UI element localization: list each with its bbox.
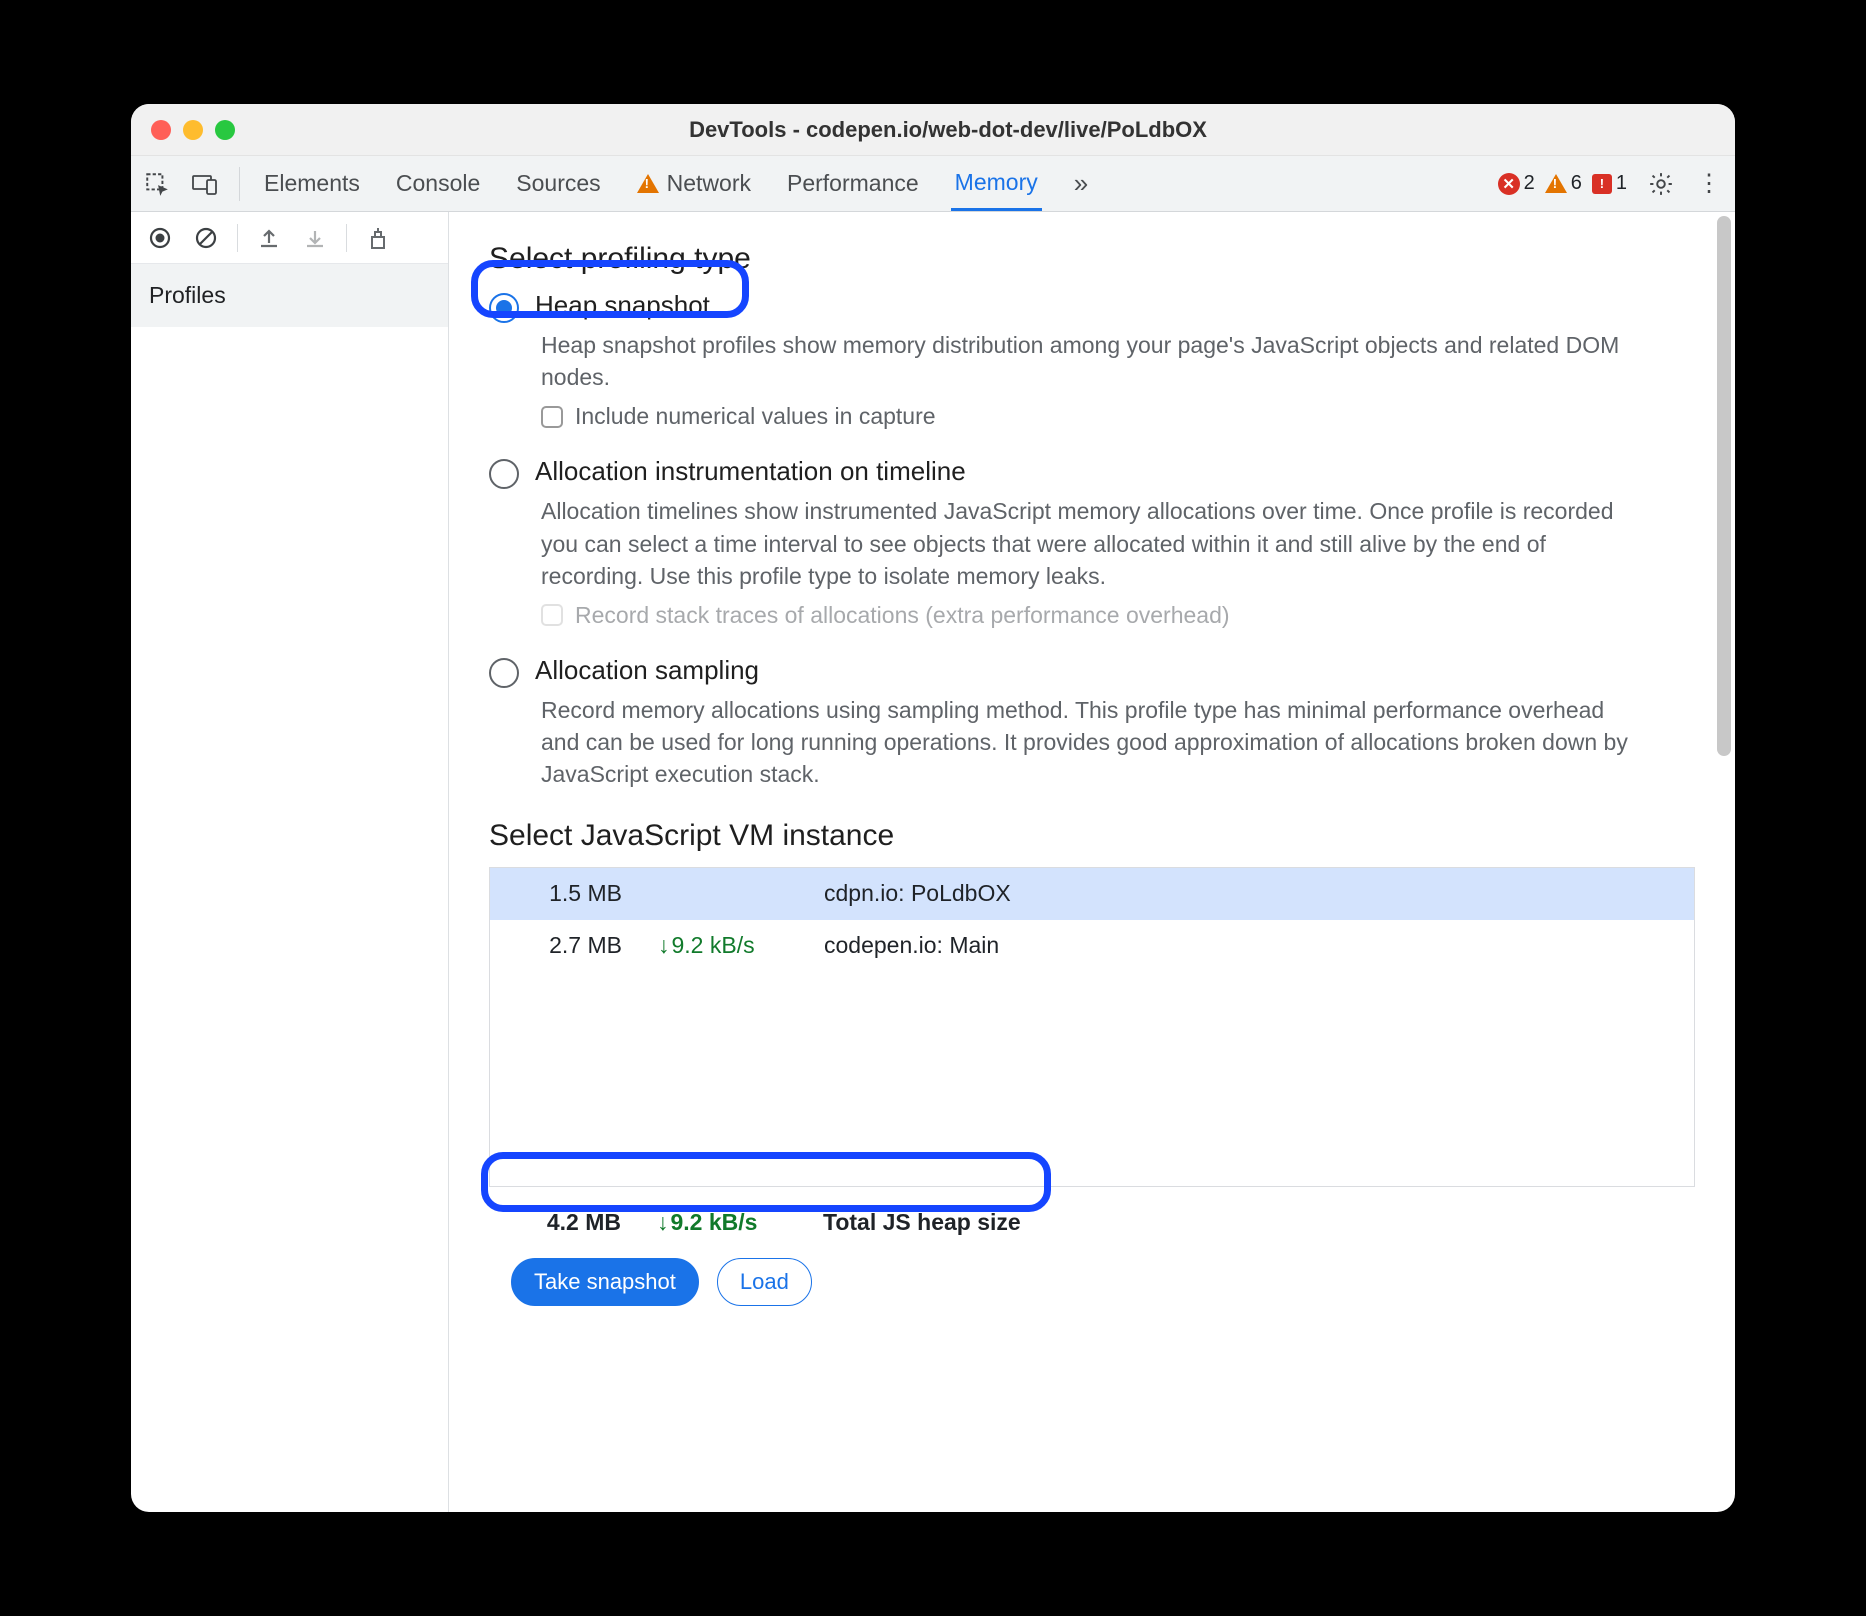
record-stack-checkbox: Record stack traces of allocations (extr… (541, 602, 1695, 629)
radio-allocation-timeline[interactable] (489, 459, 519, 489)
option-allocation-timeline[interactable]: Allocation instrumentation on timeline (489, 456, 1695, 489)
option-desc: Record memory allocations using sampling… (541, 694, 1641, 791)
totals-row: 4.2 MB ↓9.2 kB/s Total JS heap size (489, 1187, 1695, 1236)
take-snapshot-button[interactable]: Take snapshot (511, 1258, 699, 1306)
radio-heap-snapshot[interactable] (489, 293, 519, 323)
gc-icon[interactable] (357, 217, 399, 259)
option-desc: Heap snapshot profiles show memory distr… (541, 329, 1641, 393)
vm-size: 2.7 MB (512, 932, 622, 959)
kebab-menu-icon[interactable]: ⋮ (1687, 162, 1731, 206)
warnings-badge[interactable]: 6 (1545, 172, 1582, 195)
more-tabs-icon[interactable]: » (1070, 156, 1092, 211)
save-profile-icon[interactable] (294, 217, 336, 259)
down-arrow-icon: ↓ (658, 932, 670, 959)
total-size: 4.2 MB (511, 1209, 621, 1236)
window-controls (151, 120, 235, 140)
scrollbar[interactable] (1713, 212, 1735, 1512)
vm-row[interactable]: 2.7 MB ↓9.2 kB/s codepen.io: Main (490, 920, 1694, 972)
option-title: Allocation instrumentation on timeline (535, 456, 966, 487)
settings-icon[interactable] (1639, 162, 1683, 206)
vm-instance-list: 1.5 MB cdpn.io: PoLdbOX 2.7 MB ↓9.2 kB/s… (489, 867, 1695, 1187)
vm-size: 1.5 MB (512, 880, 622, 907)
maximize-window-icon[interactable] (215, 120, 235, 140)
error-icon: ✕ (1498, 173, 1520, 195)
radio-allocation-sampling[interactable] (489, 658, 519, 688)
issues-badge[interactable]: ! 1 (1592, 172, 1627, 195)
devtools-window: DevTools - codepen.io/web-dot-dev/live/P… (131, 104, 1735, 1512)
vm-name: cdpn.io: PoLdbOX (824, 880, 1011, 907)
load-profile-icon[interactable] (248, 217, 290, 259)
body: Profiles Select profiling type Heap snap… (131, 212, 1735, 1512)
scrollbar-thumb[interactable] (1717, 216, 1731, 756)
tab-elements[interactable]: Elements (260, 156, 364, 211)
profiles-toolbar (131, 212, 448, 264)
option-allocation-sampling[interactable]: Allocation sampling (489, 655, 1695, 688)
record-icon[interactable] (139, 217, 181, 259)
include-numerical-checkbox[interactable]: Include numerical values in capture (541, 403, 1695, 430)
down-arrow-icon: ↓ (657, 1209, 669, 1236)
option-title: Allocation sampling (535, 655, 759, 686)
checkbox-icon[interactable] (541, 406, 563, 428)
tab-memory[interactable]: Memory (951, 156, 1042, 211)
device-toolbar-icon[interactable] (183, 162, 227, 206)
titlebar: DevTools - codepen.io/web-dot-dev/live/P… (131, 104, 1735, 156)
vm-row[interactable]: 1.5 MB cdpn.io: PoLdbOX (490, 868, 1694, 920)
sidebar: Profiles (131, 212, 449, 1512)
main-panel: Select profiling type Heap snapshot Heap… (449, 212, 1735, 1512)
total-rate: ↓9.2 kB/s (657, 1209, 787, 1236)
inspect-element-icon[interactable] (135, 162, 179, 206)
panel-tabbar: Elements Console Sources Network Perform… (131, 156, 1735, 212)
window-title: DevTools - codepen.io/web-dot-dev/live/P… (271, 117, 1715, 143)
select-vm-heading: Select JavaScript VM instance (489, 819, 1695, 853)
option-desc: Allocation timelines show instrumented J… (541, 495, 1641, 592)
load-button[interactable]: Load (717, 1258, 812, 1306)
total-label: Total JS heap size (823, 1209, 1021, 1236)
errors-badge[interactable]: ✕ 2 (1498, 172, 1535, 195)
tab-console[interactable]: Console (392, 156, 484, 211)
footer-buttons: Take snapshot Load (489, 1236, 1695, 1328)
tab-performance[interactable]: Performance (783, 156, 923, 211)
vm-name: codepen.io: Main (824, 932, 999, 959)
issue-icon: ! (1592, 174, 1612, 194)
tab-sources[interactable]: Sources (512, 156, 604, 211)
option-heap-snapshot[interactable]: Heap snapshot (489, 290, 1695, 323)
warning-icon (637, 174, 659, 193)
tab-network[interactable]: Network (633, 156, 755, 211)
option-title: Heap snapshot (535, 290, 710, 321)
panels: Elements Console Sources Network Perform… (260, 156, 1092, 211)
profiles-header[interactable]: Profiles (131, 264, 448, 327)
status-badges: ✕ 2 6 ! 1 (1498, 172, 1627, 195)
close-window-icon[interactable] (151, 120, 171, 140)
select-profiling-type-heading: Select profiling type (489, 242, 1695, 276)
checkbox-icon (541, 604, 563, 626)
warning-icon (1545, 174, 1567, 193)
vm-rate: ↓9.2 kB/s (658, 932, 788, 959)
minimize-window-icon[interactable] (183, 120, 203, 140)
clear-icon[interactable] (185, 217, 227, 259)
